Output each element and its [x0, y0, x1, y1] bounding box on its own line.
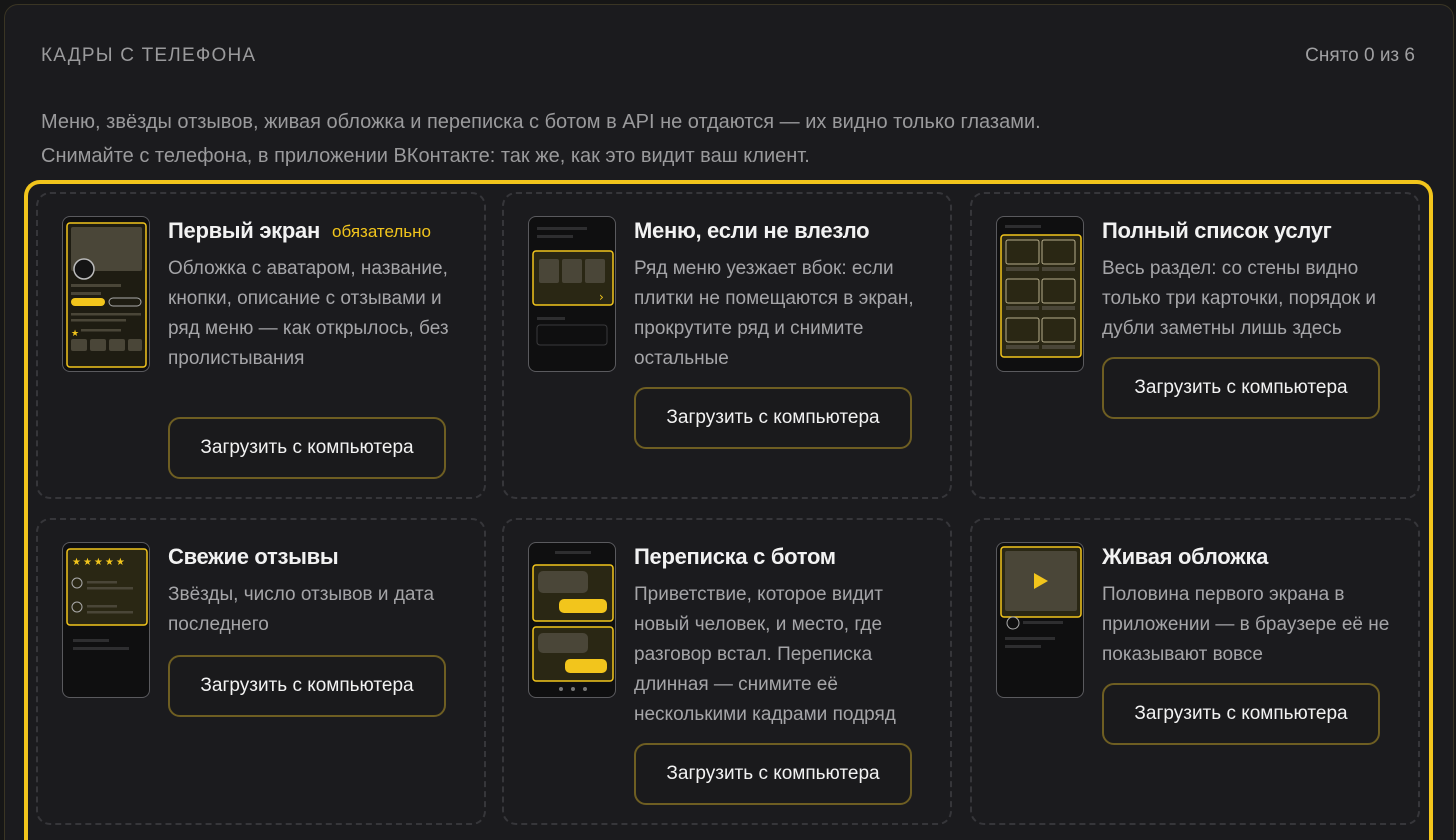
phone-chat-icon [528, 542, 616, 698]
panel-intro: Меню, звёзды отзывов, живая обложка и пе… [41, 111, 1041, 167]
phone-services-grid-icon [996, 216, 1084, 372]
card-title: Свежие отзывы [168, 544, 339, 569]
phone-menu-row-icon: › [528, 216, 616, 372]
upload-button[interactable]: Загрузить с компьютера [1102, 683, 1380, 745]
phone-live-cover-icon [996, 542, 1084, 698]
phone-first-screen-icon: ★ [62, 216, 150, 372]
card-title: Полный список услуг [1102, 218, 1332, 243]
card-title: Живая обложка [1102, 544, 1269, 569]
card-first-screen: ★ Первый экран обязательно Обложка с ава… [36, 192, 486, 499]
card-title: Переписка с ботом [634, 544, 836, 569]
card-description: Весь раздел: со стены видно только три к… [1102, 258, 1376, 339]
card-description: Обложка с аватаром, название, кнопки, оп… [168, 258, 449, 369]
shots-counter: Снято 0 из 6 [1305, 45, 1415, 66]
card-description: Половина первого экрана в приложении — в… [1102, 584, 1390, 665]
card-fresh-reviews: ★★★★★ Свежие отзывы Звёзды, число отзыво… [36, 518, 486, 825]
card-description: Звёзды, число отзывов и дата последнего [168, 584, 435, 635]
phone-reviews-icon: ★★★★★ [62, 542, 150, 698]
svg-text:›: › [599, 290, 604, 304]
upload-button[interactable]: Загрузить с компьютера [168, 655, 446, 717]
card-bot-chat: Переписка с ботом Приветствие, которое в… [502, 518, 952, 825]
required-badge: обязательно [332, 222, 432, 241]
card-title: Первый экран [168, 218, 320, 243]
svg-text:★: ★ [71, 329, 79, 339]
upload-button[interactable]: Загрузить с компьютера [1102, 357, 1380, 419]
card-description: Ряд меню уезжает вбок: если плитки не по… [634, 258, 914, 369]
upload-button[interactable]: Загрузить с компьютера [634, 743, 912, 805]
card-title: Меню, если не влезло [634, 218, 870, 243]
card-menu-overflow: › Меню, если не влезло Ряд меню уезжает … [502, 192, 952, 499]
panel-title: КАДРЫ С ТЕЛЕФОНА [41, 45, 257, 66]
upload-button[interactable]: Загрузить с компьютера [634, 387, 912, 449]
upload-button[interactable]: Загрузить с компьютера [168, 417, 446, 479]
card-services-list: Полный список услуг Весь раздел: со стен… [970, 192, 1420, 499]
svg-text:★★★★★: ★★★★★ [72, 557, 127, 568]
card-live-cover: Живая обложка Половина первого экрана в … [970, 518, 1420, 825]
card-description: Приветствие, которое видит новый человек… [634, 584, 896, 725]
